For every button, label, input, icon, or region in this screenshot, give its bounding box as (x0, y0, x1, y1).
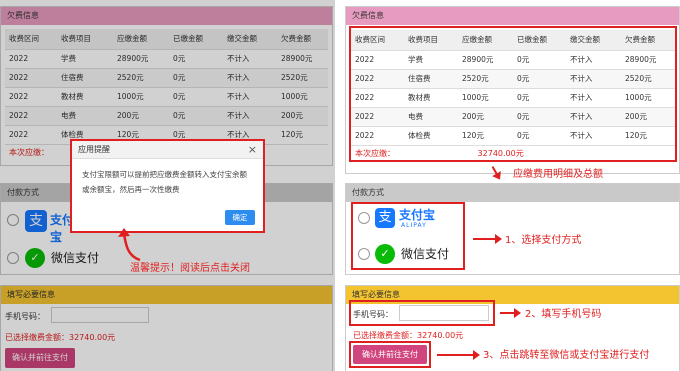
total-row: 本次应缴： 32740.00元 (351, 146, 675, 162)
column-header: 应缴金额 (458, 30, 513, 51)
arrears-table: 收费区间 收费项目 应缴金额 已缴金额 缴交金额 欠费金额 2022 学费 2890… (351, 30, 675, 146)
payment-panel-title: 付款方式 (346, 184, 679, 202)
cell: 2520元 (458, 69, 513, 89)
table-row: 2022 住宿费 2520元 0元 不计入 2520元 (351, 69, 675, 89)
cell: 200元 (458, 107, 513, 127)
cell: 0元 (513, 50, 566, 70)
step1-arrow-icon (473, 234, 502, 244)
wechat-radio[interactable] (358, 248, 370, 260)
table-header-row: 收费区间 收费项目 应缴金额 已缴金额 缴交金额 欠费金额 (351, 30, 675, 51)
cell: 0元 (513, 69, 566, 89)
column-header: 收费区间 (351, 30, 404, 51)
cell: 1000元 (621, 88, 675, 108)
phone-input[interactable] (399, 305, 489, 321)
wechat-icon: ✓ (375, 244, 395, 264)
column-header: 已缴金额 (513, 30, 566, 51)
wechat-text: 微信支付 (401, 247, 450, 261)
confirm-pay-button[interactable]: 确认并前往支付 (353, 345, 427, 364)
step1-annotation: 1、选择支付方式 (505, 235, 582, 246)
cell: 2022 (351, 107, 404, 127)
arrears-highlight-box: 收费区间 收费项目 应缴金额 已缴金额 缴交金额 欠费金额 2022 学费 2890… (349, 26, 677, 162)
alipay-icon: 支 (375, 208, 395, 228)
total-label: 本次应缴： (355, 148, 395, 158)
cell: 电费 (404, 107, 458, 127)
cell: 2022 (351, 69, 404, 89)
cell: 不计入 (566, 88, 621, 108)
cell: 不计入 (566, 126, 621, 146)
cell: 2022 (351, 50, 404, 70)
step3-arrow-icon (437, 350, 480, 360)
step3-annotation: 3、点击跳转至微信或支付宝进行支付 (483, 350, 650, 361)
cell: 0元 (513, 88, 566, 108)
cell: 不计入 (566, 50, 621, 70)
dialog-header: 应用提醒 × (72, 141, 263, 159)
right-screenshot: 欠费信息 收费区间 收费项目 应缴金额 已缴金额 缴交金额 欠费金额 2022 学… (345, 0, 680, 371)
cell: 1000元 (458, 88, 513, 108)
column-header: 收费项目 (404, 30, 458, 51)
cell: 120元 (458, 126, 513, 146)
alipay-logo[interactable]: 支 支付宝 ALIPAY (375, 205, 459, 233)
close-hint-annotation: 温馨提示！阅读后点击关闭 (130, 263, 250, 274)
column-header: 缴交金额 (566, 30, 621, 51)
column-header: 欠费金额 (621, 30, 675, 51)
left-screenshot: 欠费信息 收费区间 收费项目 应缴金额 已缴金额 缴交金额 欠费金额 2022 学… (0, 0, 335, 371)
cell: 0元 (513, 107, 566, 127)
hint-arrow-icon (118, 228, 141, 262)
dialog-ok-button[interactable]: 确定 (225, 210, 255, 225)
step2-arrow-icon (500, 308, 521, 318)
cell: 学费 (404, 50, 458, 70)
cell: 28900元 (621, 50, 675, 70)
cell: 教材费 (404, 88, 458, 108)
phone-label: 手机号码： (353, 310, 393, 319)
alipay-text: 支付宝 (399, 208, 436, 222)
alipay-radio[interactable] (358, 212, 370, 224)
cell: 2022 (351, 126, 404, 146)
step2-annotation: 2、填写手机号码 (525, 309, 602, 320)
arrears-panel-title: 欠费信息 (346, 7, 679, 25)
cell: 0元 (513, 126, 566, 146)
table-row: 2022 电费 200元 0元 不计入 200元 (351, 107, 675, 127)
close-icon[interactable]: × (248, 141, 257, 159)
detail-annotation: 应缴费用明细及总额 (513, 169, 603, 180)
cell: 2520元 (621, 69, 675, 89)
cell: 不计入 (566, 69, 621, 89)
wechat-pay-logo[interactable]: ✓ 微信支付 (375, 242, 463, 266)
table-row: 2022 学费 28900元 0元 不计入 28900元 (351, 50, 675, 70)
cell: 体检费 (404, 126, 458, 146)
table-row: 2022 体检费 120元 0元 不计入 120元 (351, 126, 675, 146)
selected-amount-text: 已选择缴费金额：32740.00元 (353, 331, 464, 340)
table-row: 2022 教材费 1000元 0元 不计入 1000元 (351, 88, 675, 108)
cell: 120元 (621, 126, 675, 146)
alipay-subtext: ALIPAY (401, 222, 427, 229)
total-value: 32740.00元 (477, 148, 524, 158)
dialog-title: 应用提醒 (78, 145, 110, 154)
dialog-body: 支付宝限额可以提前把应缴费金额转入支付宝余额或余额宝，然后再一次性缴费 (82, 170, 247, 194)
reminder-dialog: 应用提醒 × 支付宝限额可以提前把应缴费金额转入支付宝余额或余额宝，然后再一次性… (70, 139, 265, 233)
cell: 住宿费 (404, 69, 458, 89)
cell: 2022 (351, 88, 404, 108)
cell: 200元 (621, 107, 675, 127)
cell: 28900元 (458, 50, 513, 70)
cell: 不计入 (566, 107, 621, 127)
